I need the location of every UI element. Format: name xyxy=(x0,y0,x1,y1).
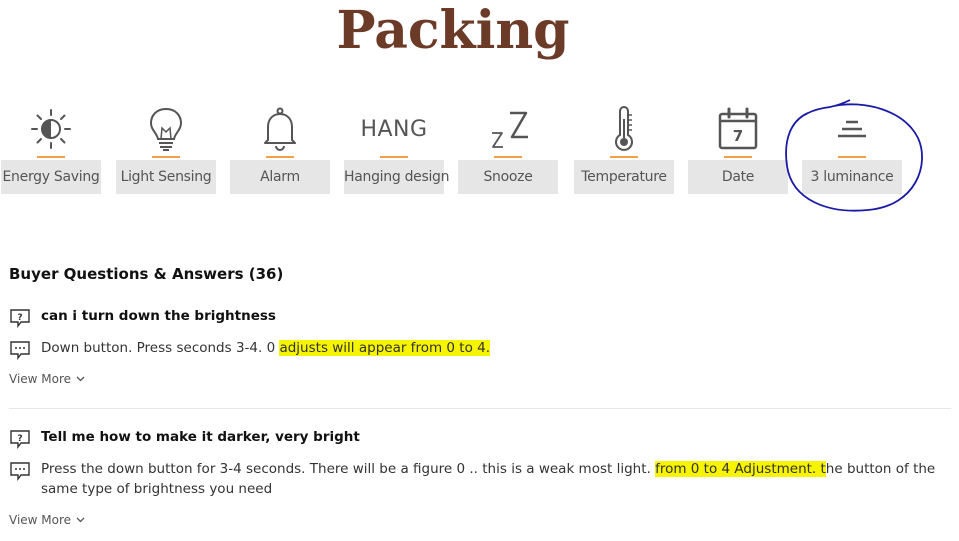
qa-item: ? Tell me how to make it darker, very br… xyxy=(9,427,954,528)
view-more-link[interactable]: View More xyxy=(9,512,85,528)
answer-icon xyxy=(10,341,30,360)
answer-highlight: adjusts will appear from 0 to 4. xyxy=(279,340,490,356)
svg-text:?: ? xyxy=(17,434,22,444)
qa-section-title: Buyer Questions & Answers (36) xyxy=(9,265,284,283)
feature-energy-saving: Energy Saving xyxy=(1,100,101,196)
calendar-icon: 7 xyxy=(718,107,758,150)
view-more-label: View More xyxy=(9,372,72,386)
feature-temperature: Temperature xyxy=(574,100,674,196)
answer-text: Press the down button for 3-4 seconds. T… xyxy=(41,461,656,477)
zz-icon xyxy=(492,111,528,148)
view-more-label: View More xyxy=(9,513,72,527)
feature-date: 7 Date xyxy=(688,100,788,196)
hang-text-icon: HANG xyxy=(360,116,428,142)
feature-label: Alarm xyxy=(230,160,330,194)
light-bulb-icon xyxy=(149,107,183,151)
feature-label: Date xyxy=(688,160,788,194)
sun-half-icon xyxy=(31,109,71,149)
answer-icon xyxy=(10,462,30,481)
feature-hanging-design: HANG Hanging design xyxy=(344,100,450,196)
feature-label: Hanging design xyxy=(344,160,450,194)
feature-label: Temperature xyxy=(574,160,674,194)
svg-text:?: ? xyxy=(17,313,22,323)
calendar-day-number: 7 xyxy=(733,127,743,145)
feature-label: Energy Saving xyxy=(1,160,101,194)
chevron-down-icon xyxy=(76,517,85,523)
qa-divider xyxy=(9,408,951,409)
question-text: Tell me how to make it darker, very brig… xyxy=(41,429,360,445)
feature-alarm: Alarm xyxy=(230,100,330,196)
question-text: can i turn down the brightness xyxy=(41,308,276,324)
chevron-down-icon xyxy=(76,376,85,382)
answer-text: Down button. Press seconds 3-4. 0 xyxy=(41,340,280,356)
question-icon: ? xyxy=(10,430,30,449)
annotation-circle xyxy=(785,99,923,212)
view-more-link[interactable]: View More xyxy=(9,371,85,387)
qa-item: ? can i turn down the brightness Down bu… xyxy=(9,306,954,387)
bell-icon xyxy=(264,107,296,151)
answer-highlight: from 0 to 4 Adjustment. t xyxy=(655,461,826,477)
question-icon: ? xyxy=(10,309,30,328)
feature-label: Light Sensing xyxy=(116,160,216,194)
feature-label: Snooze xyxy=(458,160,558,194)
thermometer-icon xyxy=(615,106,633,151)
feature-snooze: Snooze xyxy=(458,100,558,196)
packing-title: Packing xyxy=(336,0,570,61)
feature-light-sensing: Light Sensing xyxy=(116,100,216,196)
